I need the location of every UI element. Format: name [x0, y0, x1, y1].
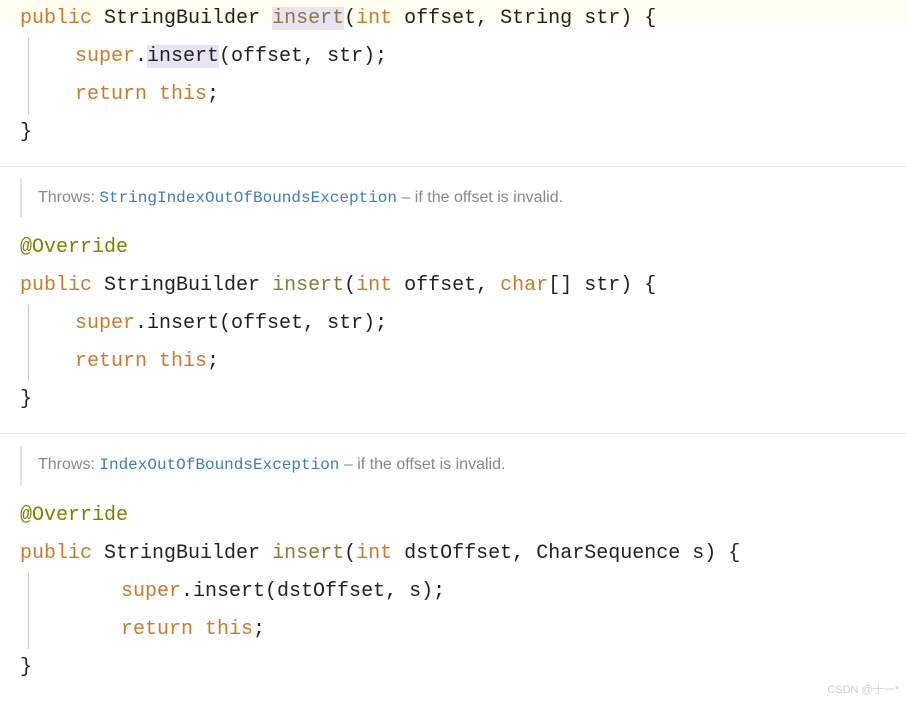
super-call-line: super.insert(dstOffset, s); [29, 573, 907, 611]
return-line: return this; [29, 611, 907, 649]
code-body-guide: super.insert(offset, str); return this; [28, 38, 907, 114]
throws-desc: – if the offset is invalid. [339, 456, 505, 473]
kw-public: public [20, 542, 92, 565]
param-name: str [584, 7, 620, 30]
method-block-3: @Override public StringBuilder insert(in… [0, 497, 907, 701]
param-type: int [356, 542, 392, 565]
method-signature: public StringBuilder insert(int offset, … [20, 0, 907, 38]
code-body-guide: super.insert(dstOffset, s); return this; [28, 573, 907, 649]
return-type: StringBuilder [104, 274, 260, 297]
method-block-2: @Override public StringBuilder insert(in… [0, 229, 907, 434]
param-name: offset [404, 7, 476, 30]
return-line: return this; [29, 76, 907, 114]
throws-block: Throws: StringIndexOutOfBoundsException … [0, 167, 907, 229]
super-call-line: super.insert(offset, str); [29, 38, 907, 76]
param-type: char [500, 274, 548, 297]
param-type: int [356, 274, 392, 297]
param-name: dstOffset [404, 542, 512, 565]
kw-public: public [20, 274, 92, 297]
method-name: insert [272, 274, 344, 297]
close-brace: } [20, 649, 907, 687]
return-type: StringBuilder [104, 542, 260, 565]
annotation: @Override [20, 229, 907, 267]
throws-label: Throws: [38, 189, 95, 206]
param-name: s [692, 542, 704, 565]
return-type: StringBuilder [104, 7, 260, 30]
close-brace: } [20, 381, 907, 419]
throws-block: Throws: IndexOutOfBoundsException – if t… [0, 434, 907, 496]
exception-link[interactable]: IndexOutOfBoundsException [99, 456, 339, 474]
method-block-1: public StringBuilder insert(int offset, … [0, 0, 907, 167]
method-signature: public StringBuilder insert(int dstOffse… [20, 535, 907, 573]
close-brace: } [20, 114, 907, 152]
exception-link[interactable]: StringIndexOutOfBoundsException [99, 189, 397, 207]
method-name: insert [272, 7, 344, 30]
code-body-guide: super.insert(offset, str); return this; [28, 305, 907, 381]
kw-public: public [20, 7, 92, 30]
annotation: @Override [20, 497, 907, 535]
param-type: int [356, 7, 392, 30]
param-type: String [500, 7, 572, 30]
throws-desc: – if the offset is invalid. [397, 189, 563, 206]
throws-label: Throws: [38, 456, 95, 473]
param-name: str [584, 274, 620, 297]
param-type: CharSequence [536, 542, 680, 565]
return-line: return this; [29, 343, 907, 381]
watermark: CSDN @十一* [827, 680, 899, 701]
method-name: insert [272, 542, 344, 565]
super-call-line: super.insert(offset, str); [29, 305, 907, 343]
param-name: offset [404, 274, 476, 297]
method-signature: public StringBuilder insert(int offset, … [20, 267, 907, 305]
